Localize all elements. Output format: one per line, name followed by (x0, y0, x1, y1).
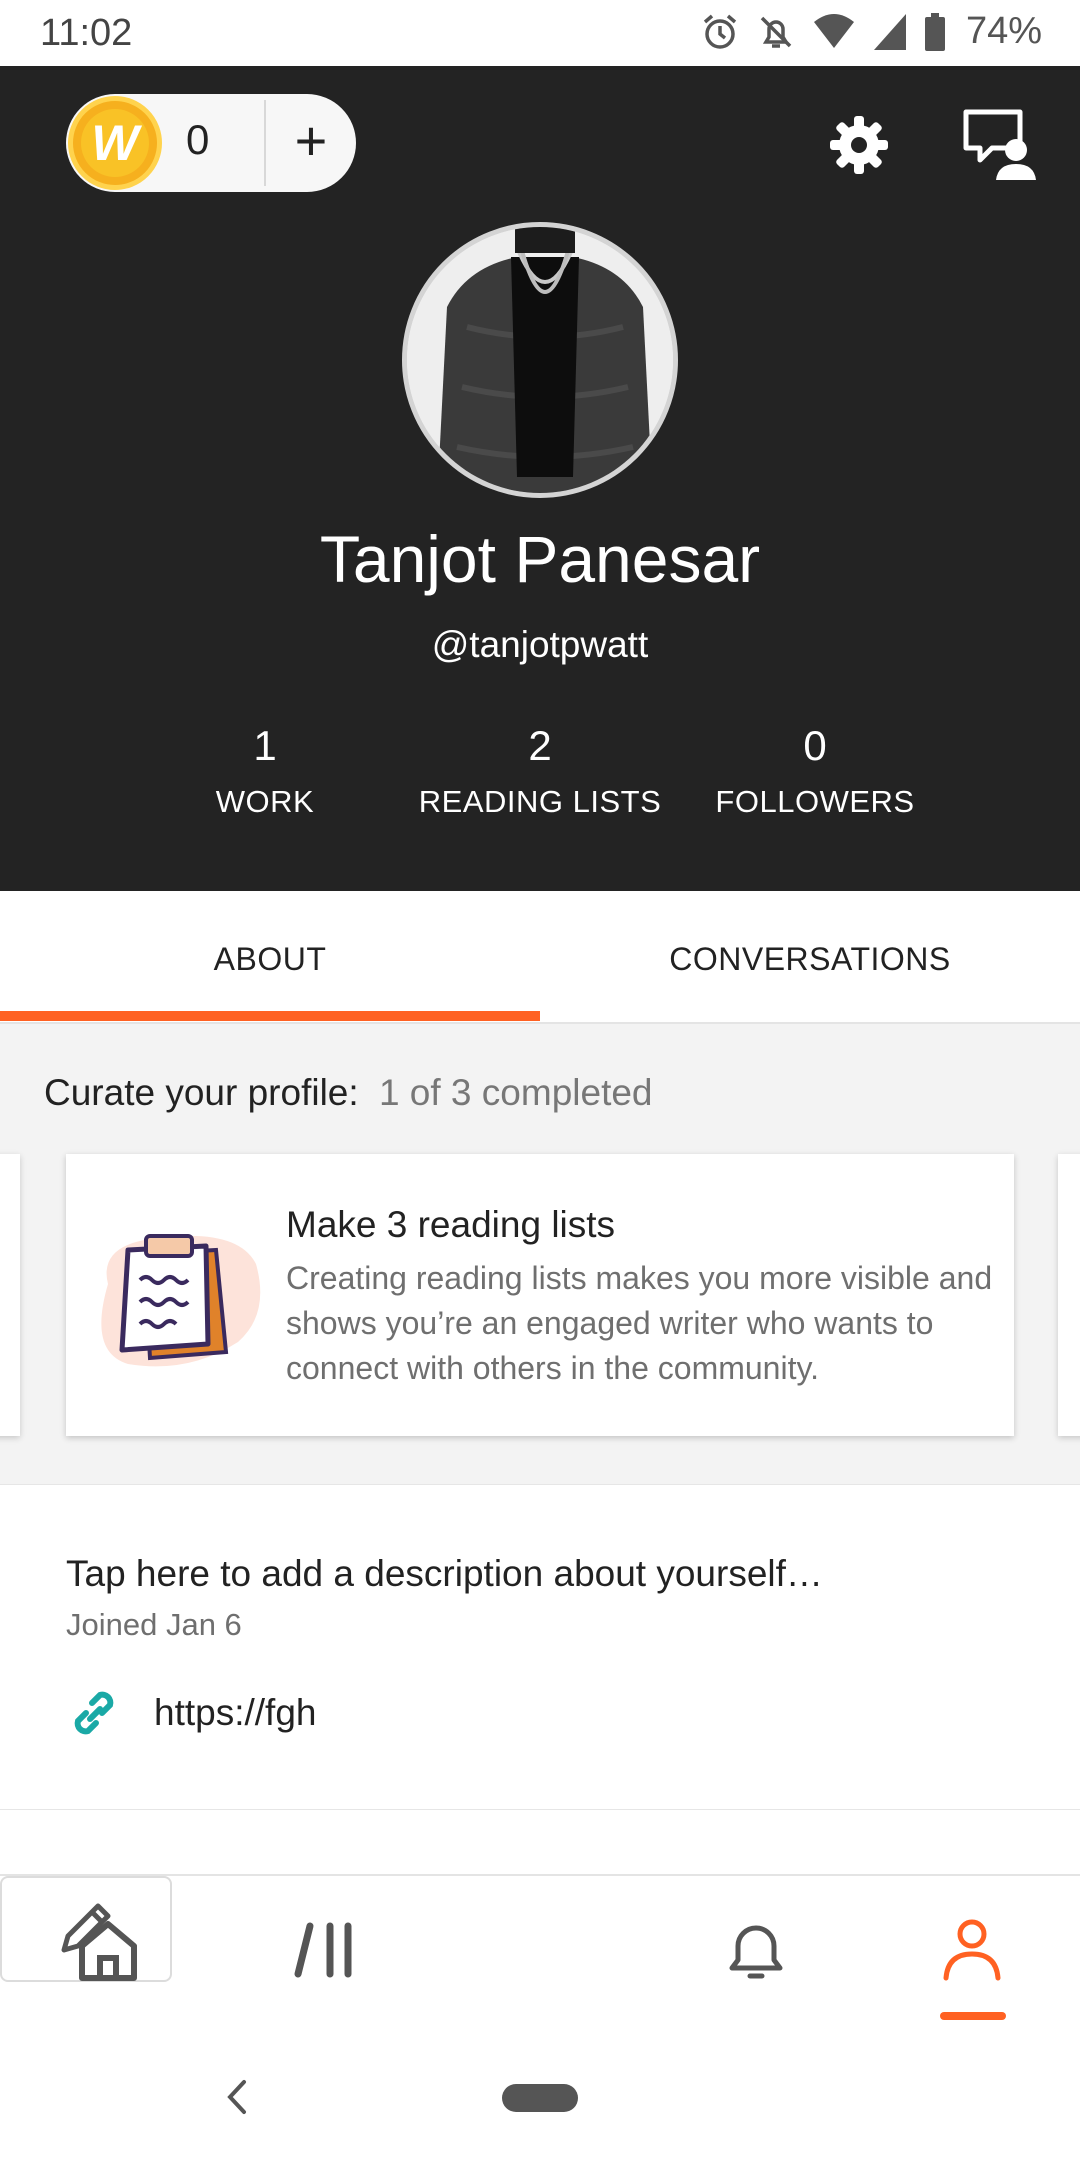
status-bar: 11:02 74% (0, 0, 1080, 66)
bottom-navigation (0, 1874, 1080, 2020)
stat-followers-value: 0 (803, 722, 827, 769)
coin-count: 0 (186, 116, 210, 163)
system-navigation-bar (0, 2020, 1080, 2160)
about-content[interactable]: Curate your profile: 1 of 3 completed Ma… (0, 1024, 1080, 1874)
battery-icon (924, 12, 945, 51)
add-coins-button[interactable]: + (278, 108, 344, 178)
profile-icon[interactable] (932, 1910, 1012, 1990)
profile-tabs: ABOUT CONVERSATIONS (0, 891, 1080, 1024)
add-description-prompt[interactable]: Tap here to add a description about your… (66, 1553, 823, 1595)
curate-progress: 1 of 3 completed (378, 1072, 653, 1113)
reading-list-illustration (101, 1234, 261, 1367)
notifications-off-icon (760, 16, 792, 48)
back-icon[interactable] (222, 2078, 252, 2116)
pencil-icon (61, 1903, 111, 1953)
profile-link-text[interactable]: https://fgh (154, 1692, 317, 1734)
curate-profile-heading: Curate your profile: 1 of 3 completed (44, 1072, 653, 1114)
link-icon (74, 1691, 114, 1735)
home-pill[interactable] (502, 2084, 578, 2112)
profile-name: Tanjot Panesar (319, 522, 761, 596)
status-time: 11:02 (40, 12, 133, 54)
stat-work-label: WORK (215, 784, 315, 819)
conversations-icon[interactable] (962, 108, 1038, 182)
stat-work-value: 1 (253, 722, 277, 769)
alarm-icon (703, 14, 737, 49)
next-section-partial (0, 1810, 1080, 1874)
stat-reading-lists-value: 2 (528, 722, 552, 769)
wifi-icon (813, 13, 854, 48)
tab-conversations[interactable]: CONVERSATIONS (540, 891, 1080, 1022)
curate-label: Curate your profile: (44, 1072, 359, 1113)
signal-icon (873, 13, 906, 50)
stat-reading-lists[interactable]: 2 READING LISTS (400, 722, 680, 820)
profile-link[interactable]: https://fgh (66, 1683, 317, 1743)
coin-divider (264, 100, 266, 186)
active-tab-indicator (0, 1011, 540, 1021)
stat-reading-lists-label: READING LISTS (418, 784, 662, 819)
about-section: Tap here to add a description about your… (0, 1484, 1080, 1810)
status-icons: 74% (700, 10, 1042, 53)
card-description: Creating reading lists makes you more vi… (286, 1260, 993, 1386)
reading-lists-task-card[interactable]: Make 3 reading lists Creating reading li… (66, 1154, 1014, 1436)
notifications-icon[interactable] (716, 1910, 796, 1990)
joined-date: Joined Jan 6 (66, 1607, 242, 1642)
coin-wallet[interactable]: W 0 + (66, 94, 356, 192)
previous-card[interactable] (0, 1154, 20, 1436)
profile-username: @tanjotpwatt (431, 624, 649, 665)
stat-work[interactable]: 1 WORK (160, 722, 370, 820)
tab-about[interactable]: ABOUT (0, 891, 540, 1022)
avatar-photo (407, 227, 673, 493)
profile-header: W 0 + Tanjot Panesar @tanjotpwatt 1 WORK… (0, 66, 1080, 891)
gear-icon[interactable] (826, 112, 892, 178)
avatar[interactable] (402, 222, 678, 498)
coin-logo: W (81, 109, 149, 177)
stat-followers-label: FOLLOWERS (715, 784, 915, 819)
battery-percent: 74% (965, 10, 1042, 52)
next-card[interactable] (1058, 1154, 1080, 1436)
stat-followers[interactable]: 0 FOLLOWERS (700, 722, 930, 820)
active-nav-indicator (940, 2012, 1006, 2020)
library-icon[interactable] (286, 1910, 366, 1990)
coin-icon: W (68, 96, 162, 190)
card-title: Make 3 reading lists (286, 1204, 616, 1245)
